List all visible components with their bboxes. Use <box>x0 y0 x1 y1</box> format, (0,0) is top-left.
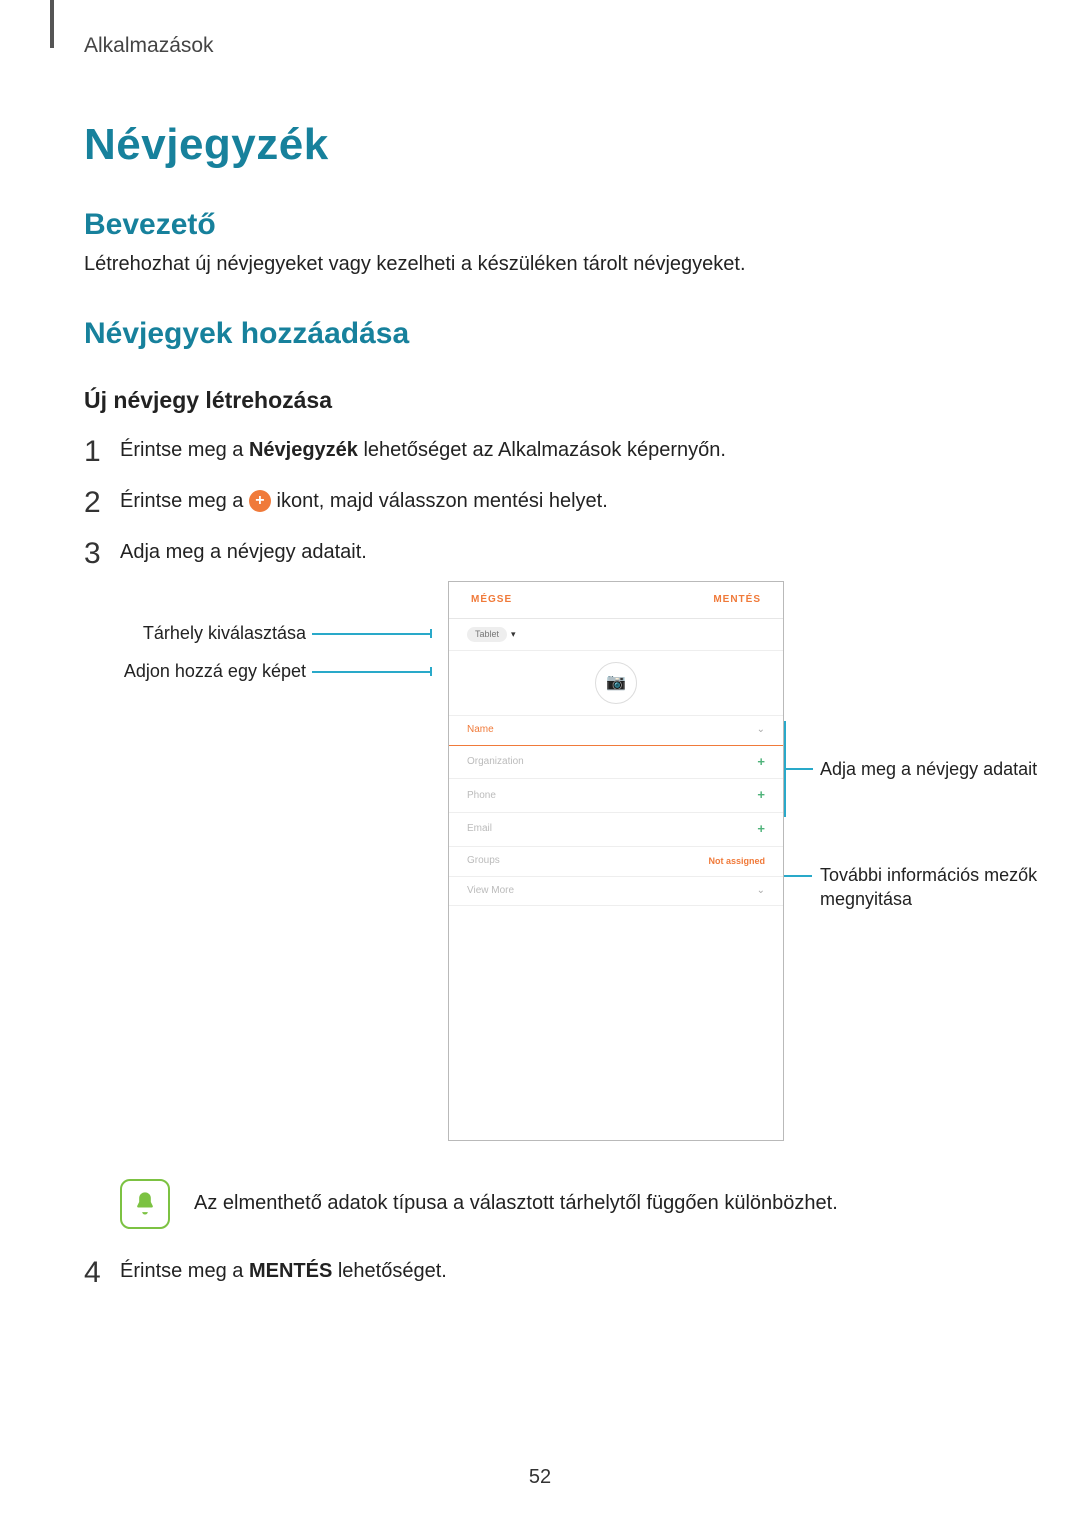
save-button[interactable]: MENTÉS <box>713 593 761 608</box>
field-phone-label: Phone <box>467 789 496 804</box>
add-photo-button[interactable]: 📷 <box>595 662 637 704</box>
callout-line <box>312 671 432 673</box>
device-mock: MÉGSE MENTÉS Tablet ▾ 📷 Name ⌄ <box>448 581 784 1141</box>
callout-details: Adja meg a névjegy adatait <box>820 757 1070 781</box>
callout-tick <box>430 667 432 676</box>
field-groups[interactable]: Groups Not assigned <box>449 847 783 877</box>
plus-icon: + <box>757 786 765 805</box>
callout-more: További információs mezők megnyitása <box>820 863 1070 912</box>
plus-icon: + <box>757 820 765 839</box>
note-text: Az elmenthető adatok típusa a választott… <box>194 1179 838 1218</box>
field-groups-value: Not assigned <box>708 855 765 868</box>
step-1-text-a: Érintse meg a <box>120 439 249 461</box>
chevron-down-icon: ▾ <box>511 628 516 641</box>
field-email[interactable]: Email + <box>449 813 783 847</box>
step-4-text-b: lehetőséget. <box>332 1260 447 1282</box>
field-groups-label: Groups <box>467 854 500 869</box>
field-name-label: Name <box>467 723 494 738</box>
step-1-bold: Névjegyzék <box>249 439 358 461</box>
section-intro-heading: Bevezető <box>84 208 996 242</box>
note: Az elmenthető adatok típusa a választott… <box>120 1179 996 1229</box>
callout-line <box>312 633 432 635</box>
figure: Tárhely kiválasztása Adjon hozzá egy kép… <box>120 581 996 1161</box>
step-2-text-b: ikont, majd válasszon mentési helyet. <box>271 490 608 512</box>
step-1-text-b: lehetőséget az Alkalmazások képernyőn. <box>358 439 726 461</box>
step-3: Adja meg a névjegy adatait. Tárhely kivá… <box>84 538 996 1229</box>
breadcrumb: Alkalmazások <box>84 34 996 58</box>
callout-stem <box>785 768 813 770</box>
chevron-down-icon: ⌄ <box>757 723 765 738</box>
page-title: Névjegyzék <box>84 120 996 170</box>
intro-text: Létrehozhat új névjegyeket vagy kezelhet… <box>84 250 996 279</box>
camera-icon: 📷 <box>606 671 626 694</box>
step-1: Érintse meg a Névjegyzék lehetőséget az … <box>84 436 996 465</box>
step-4-bold: MENTÉS <box>249 1260 332 1282</box>
step-2-text-a: Érintse meg a <box>120 490 249 512</box>
header-rule <box>50 0 54 48</box>
device-action-bar: MÉGSE MENTÉS <box>449 582 783 619</box>
page-number: 52 <box>0 1466 1080 1489</box>
storage-selector[interactable]: Tablet ▾ <box>449 619 783 651</box>
callout-photo: Adjon hozzá egy képet <box>84 659 306 683</box>
field-more-label: View More <box>467 884 514 899</box>
section-adding-heading: Névjegyek hozzáadása <box>84 317 996 351</box>
step-2: Érintse meg a + ikont, majd válasszon me… <box>84 487 996 516</box>
step-4-text-a: Érintse meg a <box>120 1260 249 1282</box>
plus-icon: + <box>757 753 765 772</box>
step-4: Érintse meg a MENTÉS lehetőséget. <box>84 1257 996 1286</box>
subheading-new-contact: Új névjegy létrehozása <box>84 387 996 414</box>
field-viewmore[interactable]: View More ⌄ <box>449 877 783 907</box>
callout-tick <box>430 629 432 638</box>
bell-icon <box>120 1179 170 1229</box>
photo-section: 📷 <box>449 651 783 716</box>
field-organization[interactable]: Organization + <box>449 746 783 780</box>
field-phone[interactable]: Phone + <box>449 779 783 813</box>
step-3-text: Adja meg a névjegy adatait. <box>120 541 367 563</box>
field-name[interactable]: Name ⌄ <box>449 716 783 746</box>
chevron-down-icon: ⌄ <box>757 884 765 899</box>
storage-chip: Tablet <box>467 627 507 642</box>
field-email-label: Email <box>467 822 492 837</box>
callout-storage: Tárhely kiválasztása <box>84 621 306 645</box>
add-contact-icon: + <box>249 490 271 512</box>
cancel-button[interactable]: MÉGSE <box>471 593 512 608</box>
field-org-label: Organization <box>467 755 524 770</box>
